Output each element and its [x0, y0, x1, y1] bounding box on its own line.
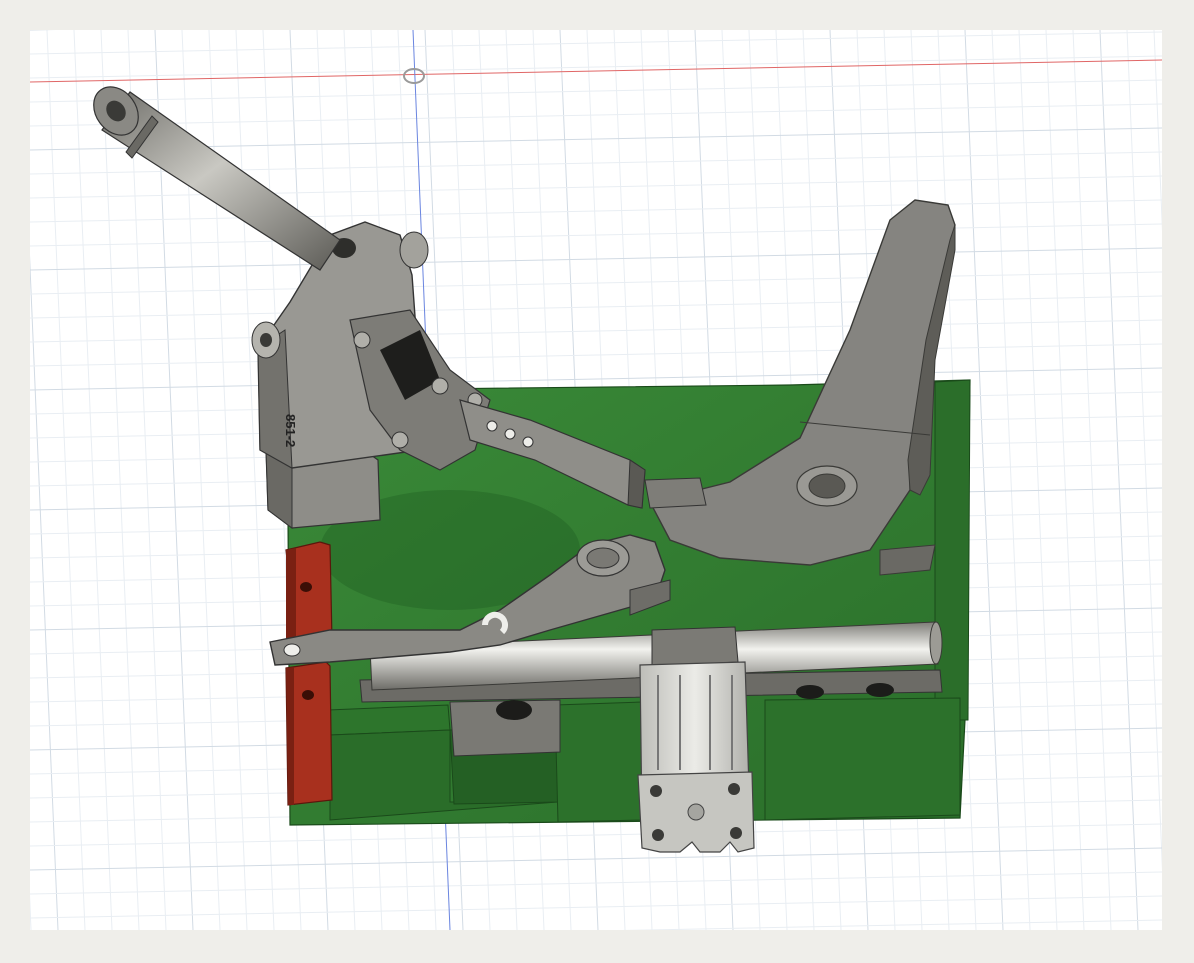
grid-line-vertical — [30, 894, 32, 930]
grid-line-vertical — [30, 254, 59, 930]
viewport-canvas[interactable]: 851-2 — [30, 30, 1162, 930]
grid-line-vertical — [1153, 30, 1162, 232]
grid-line-horizontal — [30, 55, 1162, 79]
clamp-part-label: 851-2 — [283, 414, 298, 447]
grid-line-horizontal — [30, 847, 1162, 871]
red-stop-block-upper[interactable] — [285, 541, 333, 644]
red-stop-block-lower[interactable] — [285, 661, 333, 806]
grid-line-horizontal — [30, 295, 1162, 319]
grid-line-horizontal — [30, 343, 1162, 367]
grid-line-horizontal — [30, 271, 1162, 295]
pneumatic-cylinder[interactable] — [637, 626, 755, 853]
grid-line-horizontal — [30, 823, 1162, 847]
grid-line-horizontal — [30, 895, 1162, 919]
grid-line-horizontal — [30, 199, 1162, 223]
x-axis-line — [30, 59, 1162, 83]
application-frame: 851-2 — [0, 0, 1194, 963]
origin-marker-icon[interactable] — [403, 68, 425, 84]
3d-viewport[interactable]: 851-2 — [30, 30, 1162, 930]
grid-line-horizontal — [30, 103, 1162, 127]
grid-line-horizontal — [621, 919, 1162, 930]
grid-line-horizontal — [30, 79, 1162, 103]
grid-line-horizontal — [30, 319, 1162, 343]
